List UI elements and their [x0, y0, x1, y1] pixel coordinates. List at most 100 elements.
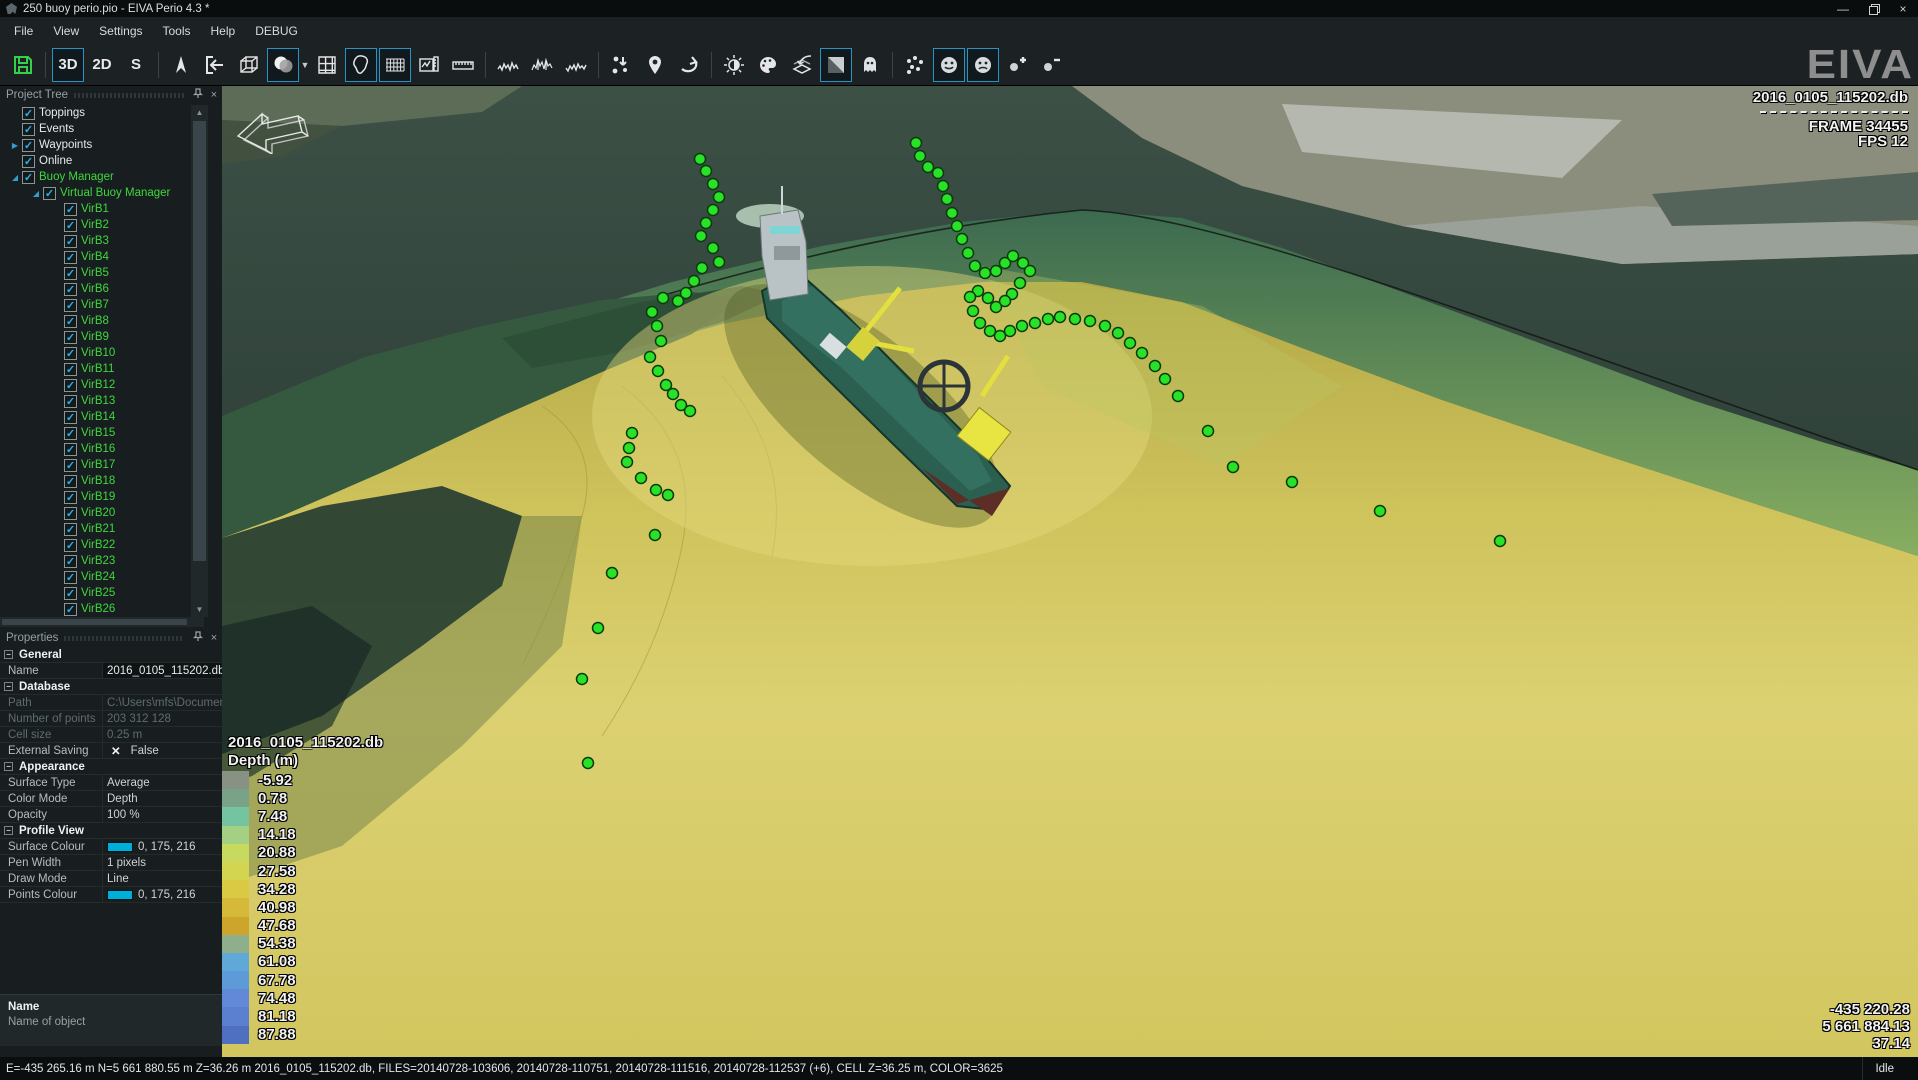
checkbox[interactable]: ✓: [43, 187, 56, 200]
expander-expanded-icon[interactable]: ◢: [8, 173, 22, 182]
tree-item-buoy-manager[interactable]: ◢✓Buoy Manager: [0, 169, 188, 185]
tree-item-virb15[interactable]: ✓VirB15: [0, 425, 188, 441]
view-s-button[interactable]: S: [120, 48, 152, 82]
tree-item-virb5[interactable]: ✓VirB5: [0, 265, 188, 281]
compass-gizmo[interactable]: [232, 102, 324, 154]
tree-item-virb12[interactable]: ✓VirB12: [0, 377, 188, 393]
menu-debug[interactable]: DEBUG: [245, 19, 308, 43]
section-profile-view[interactable]: −Profile View: [0, 823, 222, 839]
close-button[interactable]: ×: [1888, 0, 1918, 17]
checkbox[interactable]: ✓: [64, 283, 77, 296]
property-value[interactable]: 0, 175, 216: [102, 887, 222, 902]
checkbox[interactable]: ✓: [64, 523, 77, 536]
tree-item-virb18[interactable]: ✓VirB18: [0, 473, 188, 489]
tree-item-virb10[interactable]: ✓VirB10: [0, 345, 188, 361]
close-panel-icon[interactable]: ×: [206, 632, 222, 644]
collapse-icon[interactable]: −: [4, 826, 13, 835]
grid-button[interactable]: [311, 48, 343, 82]
pin-icon[interactable]: [190, 88, 206, 102]
shaded-spheres-button[interactable]: [267, 48, 299, 82]
geo-map-button[interactable]: [345, 48, 377, 82]
checkbox[interactable]: ✓: [22, 155, 35, 168]
checkbox[interactable]: ✓: [64, 491, 77, 504]
checkbox[interactable]: ✓: [64, 347, 77, 360]
property-value[interactable]: 100 %: [102, 807, 222, 822]
dropdown-caret-icon[interactable]: ▼: [300, 60, 310, 70]
collapse-icon[interactable]: −: [4, 762, 13, 771]
drop-points-button[interactable]: [605, 48, 637, 82]
property-value[interactable]: Depth: [102, 791, 222, 806]
tree-item-virb25[interactable]: ✓VirB25: [0, 585, 188, 601]
location-pin-button[interactable]: [639, 48, 671, 82]
scatter-points-button[interactable]: [899, 48, 931, 82]
scene-3d-viewport[interactable]: 2016_0105_115202.db FRAME 34455 FPS 12 -…: [222, 86, 1918, 1057]
point-add-button[interactable]: [1001, 48, 1033, 82]
property-value[interactable]: Line: [102, 871, 222, 886]
tree-horizontal-scrollbar[interactable]: [0, 617, 204, 627]
checkbox[interactable]: ✓: [64, 331, 77, 344]
brightness-button[interactable]: [718, 48, 750, 82]
checkbox[interactable]: ✓: [64, 219, 77, 232]
tree-item-virb14[interactable]: ✓VirB14: [0, 409, 188, 425]
section-appearance[interactable]: −Appearance: [0, 759, 222, 775]
checkbox[interactable]: ✓: [64, 603, 77, 616]
tree-item-virb4[interactable]: ✓VirB4: [0, 249, 188, 265]
save-button[interactable]: [7, 48, 39, 82]
collapse-icon[interactable]: −: [4, 650, 13, 659]
tree-item-virb3[interactable]: ✓VirB3: [0, 233, 188, 249]
profile-wave-2-button[interactable]: [526, 48, 558, 82]
checkbox[interactable]: ✓: [64, 539, 77, 552]
checkbox[interactable]: ✓: [64, 555, 77, 568]
scroll-down-icon[interactable]: ▼: [191, 602, 208, 617]
smiley-sad-button[interactable]: [967, 48, 999, 82]
minimize-button[interactable]: —: [1828, 0, 1858, 17]
menu-help[interactable]: Help: [201, 19, 246, 43]
tree-item-virb22[interactable]: ✓VirB22: [0, 537, 188, 553]
tree-item-virb16[interactable]: ✓VirB16: [0, 441, 188, 457]
tree-vertical-scrollbar[interactable]: ▲ ▼: [191, 105, 208, 617]
section-database[interactable]: −Database: [0, 679, 222, 695]
palette-button[interactable]: [752, 48, 784, 82]
split-square-button[interactable]: [820, 48, 852, 82]
close-panel-icon[interactable]: ×: [206, 89, 222, 101]
tree-item-virb6[interactable]: ✓VirB6: [0, 281, 188, 297]
scroll-thumb[interactable]: [193, 121, 206, 561]
undo-curve-button[interactable]: [673, 48, 705, 82]
checkbox[interactable]: ✓: [22, 171, 35, 184]
tree-item-virb8[interactable]: ✓VirB8: [0, 313, 188, 329]
cross-icon[interactable]: ✕: [111, 744, 121, 758]
section-general[interactable]: −General: [0, 647, 222, 663]
tree-item-waypoints[interactable]: ▶✓Waypoints: [0, 137, 188, 153]
scroll-up-icon[interactable]: ▲: [191, 105, 208, 120]
menu-file[interactable]: File: [4, 19, 43, 43]
tree-item-virb9[interactable]: ✓VirB9: [0, 329, 188, 345]
checkbox[interactable]: ✓: [64, 587, 77, 600]
checkbox[interactable]: ✓: [64, 571, 77, 584]
swipe-layers-button[interactable]: [786, 48, 818, 82]
profile-wave-3-button[interactable]: [560, 48, 592, 82]
tree-item-virb17[interactable]: ✓VirB17: [0, 457, 188, 473]
color-swatch[interactable]: [107, 842, 133, 852]
checkbox[interactable]: ✓: [64, 379, 77, 392]
checkbox[interactable]: ✓: [64, 251, 77, 264]
checkbox[interactable]: ✓: [64, 299, 77, 312]
checkbox[interactable]: ✓: [22, 123, 35, 136]
checkbox[interactable]: ✓: [64, 363, 77, 376]
tree-item-virb7[interactable]: ✓VirB7: [0, 297, 188, 313]
tree-item-virb11[interactable]: ✓VirB11: [0, 361, 188, 377]
property-value[interactable]: Average: [102, 775, 222, 790]
property-value[interactable]: 1 pixels: [102, 855, 222, 870]
collapse-icon[interactable]: −: [4, 682, 13, 691]
pin-icon[interactable]: [190, 631, 206, 645]
view-3d-button[interactable]: 3D: [52, 48, 84, 82]
tree-item-virb23[interactable]: ✓VirB23: [0, 553, 188, 569]
checkbox[interactable]: ✓: [22, 107, 35, 120]
color-swatch[interactable]: [107, 890, 133, 900]
checkbox[interactable]: ✓: [64, 235, 77, 248]
checkbox[interactable]: ✓: [64, 315, 77, 328]
checkbox[interactable]: ✓: [64, 427, 77, 440]
mesh-button[interactable]: [379, 48, 411, 82]
restore-button[interactable]: [1858, 0, 1888, 17]
checkbox[interactable]: ✓: [64, 411, 77, 424]
scroll-thumb[interactable]: [2, 619, 187, 625]
